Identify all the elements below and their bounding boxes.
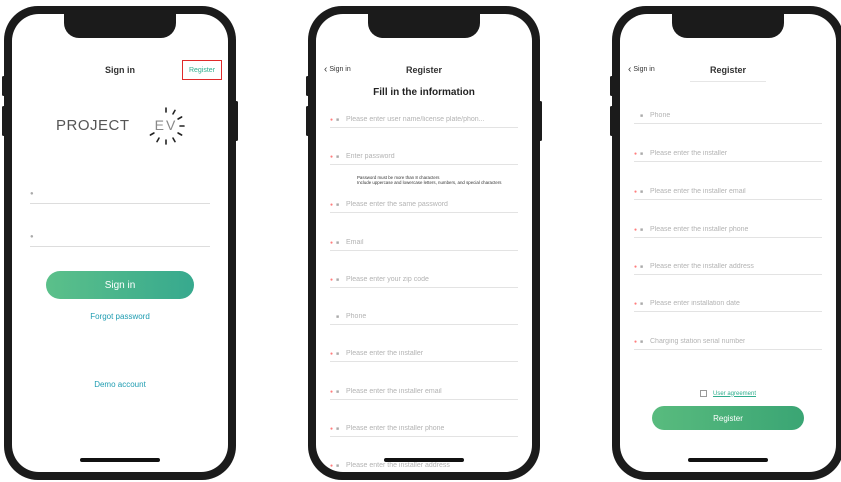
register-screen-top: ‹ Sign in Register Fill in the informati…: [316, 14, 532, 472]
mail-icon: ■: [336, 388, 340, 395]
username-field[interactable]: ●: [30, 186, 210, 204]
lock-icon: ■: [336, 153, 340, 160]
field-placeholder: Please enter user name/license plate/pho…: [346, 116, 485, 123]
phone-notch: [368, 14, 480, 38]
phone-icon: ■: [336, 313, 340, 320]
field-placeholder: Please enter your zip code: [346, 276, 429, 283]
field-placeholder: Enter password: [346, 153, 395, 160]
field-placeholder: Please enter the installer email: [650, 188, 746, 195]
form-field[interactable]: ● ■ Please enter the installer: [330, 346, 518, 362]
field-placeholder: Phone: [346, 313, 367, 320]
form-field[interactable]: ● ■ Please enter your zip code: [330, 272, 518, 288]
header-divider: [690, 81, 766, 82]
signin-button[interactable]: Sign in: [46, 271, 194, 299]
home-indicator: [688, 458, 768, 462]
form-field[interactable]: ● ■ Charging station serial number: [634, 334, 822, 350]
field-placeholder: Please enter the installer phone: [650, 226, 749, 233]
phone-frame-register-1: ‹ Sign in Register Fill in the informati…: [306, 6, 542, 480]
phone-icon: ■: [640, 112, 644, 119]
user-icon: ●: [30, 191, 34, 197]
phone-side-button: [610, 106, 613, 136]
phone-side-button: [539, 101, 542, 141]
user-icon: ■: [640, 150, 644, 157]
calendar-icon: ■: [640, 300, 644, 307]
phone-notch: [672, 14, 784, 38]
serial-icon: ■: [640, 338, 644, 345]
phone-icon: ■: [336, 425, 340, 432]
phone-side-button: [306, 106, 309, 136]
field-placeholder: Please enter the installer: [650, 150, 728, 157]
field-placeholder: Please enter the installer email: [346, 388, 442, 395]
field-placeholder: Please enter the installer address: [650, 263, 754, 270]
field-placeholder: Email: [346, 239, 364, 246]
mail-icon: ■: [640, 188, 644, 195]
phone-side-button: [306, 76, 309, 96]
form-field[interactable]: ● ■ Enter password: [330, 149, 518, 165]
user-icon: ■: [336, 116, 340, 123]
demo-account-link[interactable]: Demo account: [12, 380, 228, 389]
form-field[interactable]: ● ■ Please enter the installer: [634, 146, 822, 162]
phone-frame-register-2: ‹ Sign in Register ■ Phone ● ■ Please enter …: [610, 6, 841, 480]
logo-brand-text: PROJECT: [56, 117, 130, 134]
project-ev-logo: PROJECT EV: [56, 106, 190, 150]
page-title: Register: [709, 65, 746, 75]
field-placeholder: Please enter the installer phone: [346, 425, 445, 432]
location-icon: ■: [336, 276, 340, 283]
phone-side-button: [610, 76, 613, 96]
home-indicator: [80, 458, 160, 462]
form-field[interactable]: ● ■ Please enter the installer email: [330, 384, 518, 400]
form-field[interactable]: ● ■ Please enter the installer phone: [330, 421, 518, 437]
field-placeholder: Please enter the same password: [346, 201, 448, 208]
field-placeholder: Please enter the installer: [346, 350, 424, 357]
form-field[interactable]: ● ■ Please enter the installer phone: [634, 222, 822, 238]
page-title: Register: [405, 65, 442, 75]
form-field[interactable]: ■ Phone: [330, 309, 518, 325]
agreement-checkbox[interactable]: [699, 390, 707, 397]
phone-icon: ■: [640, 226, 644, 233]
field-placeholder: Please enter installation date: [650, 300, 740, 307]
field-placeholder: Charging station serial number: [650, 338, 746, 345]
logo-ev-mark: EV: [146, 106, 186, 146]
phone-side-button: [2, 76, 5, 96]
phone-side-button: [2, 106, 5, 136]
form-field[interactable]: ● ■ Please enter user name/license plate/p…: [330, 112, 518, 128]
phone-side-button: [235, 101, 238, 141]
password-field[interactable]: ●: [30, 229, 210, 247]
lock-icon: ●: [30, 234, 34, 240]
home-indicator: [384, 458, 464, 462]
signin-screen: Sign in Register PROJECT EV ● ● Sign in …: [12, 14, 228, 472]
user-icon: ■: [336, 350, 340, 357]
logo-ev-text: EV: [154, 117, 178, 133]
lock-icon: ■: [336, 201, 340, 208]
location-icon: ■: [336, 462, 340, 469]
phone-frame-signin: Sign in Register PROJECT EV ● ● Sign in …: [2, 6, 238, 480]
password-hint-text: Password must be more than 8 characters …: [357, 175, 502, 186]
user-agreement-link[interactable]: User agreement: [713, 391, 756, 397]
register-screen-bottom: ‹ Sign in Register ■ Phone ● ■ Please enter …: [620, 14, 836, 472]
form-field[interactable]: ● ■ Please enter the same password: [330, 197, 518, 213]
form-field[interactable]: ● ■ Email: [330, 235, 518, 251]
mail-icon: ■: [336, 239, 340, 246]
form-field[interactable]: ● ■ Please enter the installer address: [634, 259, 822, 275]
form-field[interactable]: ■ Phone: [634, 108, 822, 124]
field-placeholder: Phone: [650, 112, 671, 119]
form-field[interactable]: ● ■ Please enter installation date: [634, 296, 822, 312]
phone-notch: [64, 14, 176, 38]
field-placeholder: Please enter the installer address: [346, 462, 450, 469]
form-heading: Fill in the information: [373, 87, 475, 98]
password-hint: Password must be more than 8 characters …: [357, 175, 527, 185]
location-icon: ■: [640, 263, 644, 270]
agreement-row: User agreement: [620, 390, 836, 397]
forgot-password-link[interactable]: Forgot password: [12, 312, 228, 321]
form-field[interactable]: ● ■ Please enter the installer email: [634, 184, 822, 200]
register-button[interactable]: Register: [652, 406, 804, 430]
register-link[interactable]: Register: [182, 60, 222, 80]
